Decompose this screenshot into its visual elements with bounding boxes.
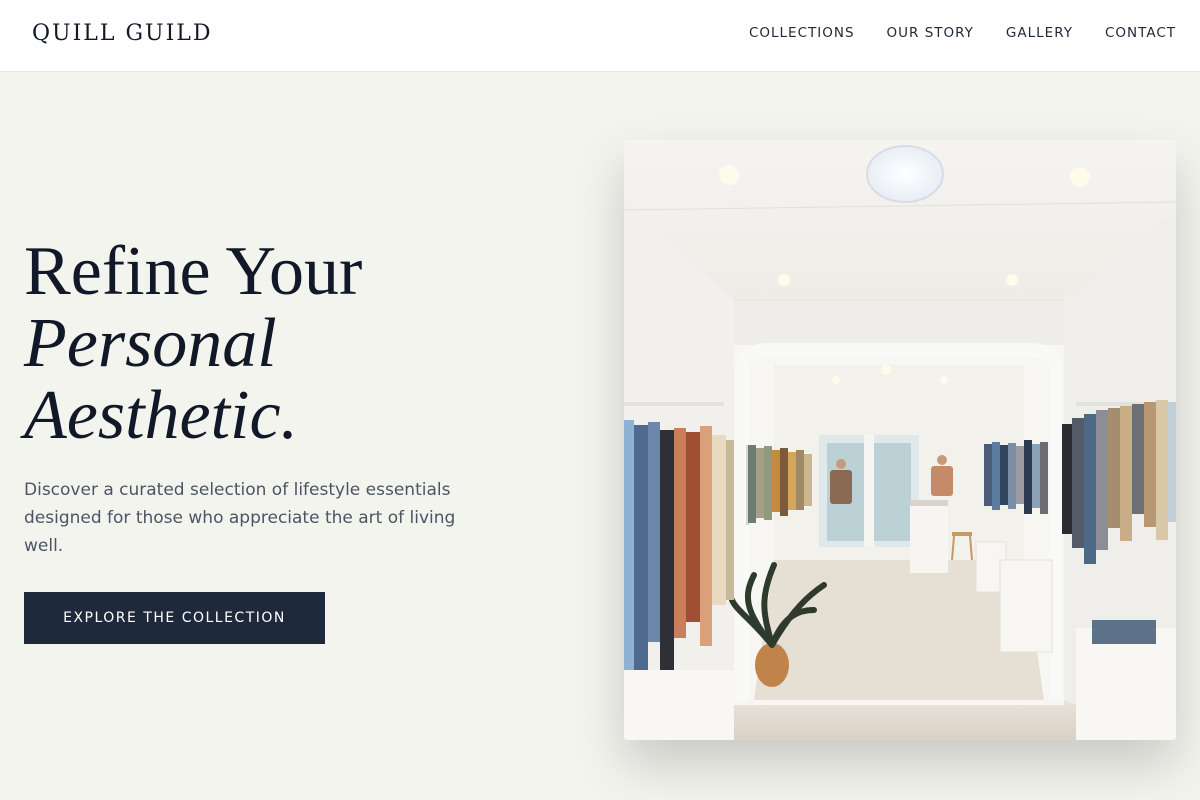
explore-collection-button[interactable]: EXPLORE THE COLLECTION [24,592,325,644]
nav-link-contact[interactable]: CONTACT [1105,25,1176,41]
nav-link-our-story[interactable]: OUR STORY [887,25,974,41]
headline-line-2: Personal [24,305,277,382]
hero-headline: Refine Your Personal Aesthetic. [24,236,362,452]
hero-description: Discover a curated selection of lifestyl… [24,480,456,556]
nav-link-gallery[interactable]: GALLERY [1006,25,1073,41]
main-nav: COLLECTIONS OUR STORY GALLERY CONTACT [749,25,1176,41]
nav-link-collections[interactable]: COLLECTIONS [749,25,855,41]
site-header: QUILL GUILD COLLECTIONS OUR STORY GALLER… [0,0,1200,72]
headline-line-3: Aesthetic. [24,377,299,454]
store-interior-image [624,140,1176,740]
headline-line-1: Refine Your [24,233,363,310]
brand-logo[interactable]: QUILL GUILD [32,21,213,46]
